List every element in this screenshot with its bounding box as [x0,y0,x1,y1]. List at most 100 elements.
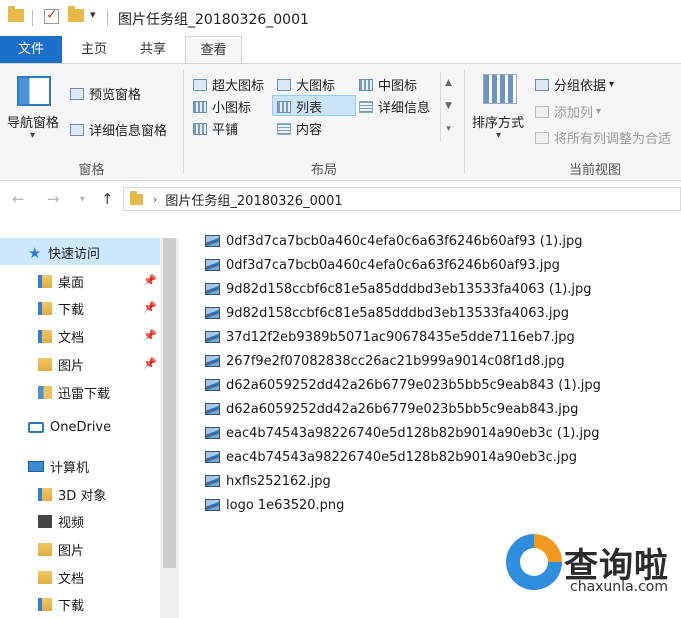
list-item[interactable]: eac4b74543a98226740e5d128b82b9014a90eb3c… [205,423,600,443]
navigation-pane-button[interactable]: 导航窗格 [7,112,59,131]
videos-folder-icon [38,515,52,528]
navigation-pane-icon[interactable] [17,76,51,106]
nav-item-pc-pictures[interactable]: 图片 [38,540,84,559]
nav-item-pc-downloads[interactable]: 下载 [38,595,84,614]
pin-icon[interactable]: 📌 [143,274,157,287]
recent-locations-chevron-icon[interactable]: ▾ [80,194,85,205]
large-icons-icon [277,78,291,91]
nav-item-label: 计算机 [50,461,90,476]
sort-by-label: 排序方式 [472,116,525,131]
pane-group-label: 窗格 [78,163,105,178]
nav-item-xunlei-downloads[interactable]: 迅雷下载 [38,383,110,402]
back-arrow-icon[interactable]: ← [12,190,25,208]
tab-share[interactable]: 共享 [126,36,180,63]
watermark: 查询啦 chaxunla.com [506,534,678,614]
file-name: eac4b74543a98226740e5d128b82b9014a90eb3c… [226,449,578,465]
tiles-icon [193,122,207,135]
preview-pane-button[interactable]: 预览窗格 [70,84,141,103]
chevron-down-icon[interactable]: ▾ [30,130,35,141]
address-path[interactable]: 图片任务组_20180326_0001 [165,190,342,209]
tab-view[interactable]: 查看 [185,36,242,64]
chevron-down-icon[interactable]: ▾ [496,130,501,141]
preview-pane-label: 预览窗格 [89,88,142,103]
list-item[interactable]: 267f9e2f07082838cc26ac21b999a9014c08f1d8… [205,351,565,371]
pictures-folder-icon [38,543,52,556]
view-content[interactable]: 内容 [277,119,322,138]
scroll-down-icon[interactable]: ▼ [441,95,456,118]
group-by-button[interactable]: 分组依据 ▾ [535,75,614,94]
view-extra-large-icons[interactable]: 超大图标 [193,75,264,94]
nav-item-label: 3D 对象 [58,489,107,504]
list-item[interactable]: 37d12f2eb9389b5071ac90678435e5dde7116eb7… [205,327,575,347]
view-list[interactable]: 列表 [277,97,322,116]
list-item[interactable]: d62a6059252dd42a26b6779e023b5bb5c9eab843… [205,375,601,395]
view-medium-icons[interactable]: 中图标 [359,75,417,94]
sort-by-icon[interactable] [483,74,517,104]
nav-pane-scrollbar-thumb[interactable] [163,238,176,568]
fit-columns-button[interactable]: 将所有列调整为合适 [535,128,671,147]
nav-item-pictures[interactable]: 图片 [38,355,84,374]
new-folder-icon[interactable] [68,6,84,22]
list-item[interactable]: hxfls252162.jpg [205,471,331,491]
properties-check-icon[interactable] [44,7,59,24]
medium-icons-label: 中图标 [378,79,418,94]
nav-item-3d-objects[interactable]: 3D 对象 [38,485,106,504]
layout-gallery-scroller[interactable]: ▲ ▼ ▾ [440,72,456,142]
navigation-pane-label: 导航窗格 [7,116,60,131]
nav-this-pc[interactable]: 计算机 [28,457,89,476]
nav-item-label: 视频 [58,516,85,531]
chevron-right-icon[interactable]: › [153,193,157,206]
nav-item-videos[interactable]: 视频 [38,512,84,531]
small-icons-label: 小图标 [212,101,252,116]
list-item[interactable]: 9d82d158ccbf6c81e5a85dddbd3eb13533fa4063… [205,279,592,299]
documents-folder-icon [38,571,52,584]
nav-item-label: 图片 [58,544,85,559]
forward-arrow-icon[interactable]: → [47,190,60,208]
details-pane-button[interactable]: 详细信息窗格 [70,120,167,139]
details-label: 详细信息 [378,101,431,116]
image-file-icon [205,403,220,415]
file-name: 9d82d158ccbf6c81e5a85dddbd3eb13533fa4063… [226,281,592,297]
list-item[interactable]: d62a6059252dd42a26b6779e023b5bb5c9eab843… [205,399,578,419]
xunlei-folder-icon [38,386,52,399]
view-details[interactable]: 详细信息 [359,97,430,116]
customize-quick-access-icon[interactable]: ▾ [90,8,96,21]
list-item[interactable]: 0df3d7ca7bcb0a460c4efa0c6a63f6246b60af93… [205,255,560,275]
list-item[interactable]: logo 1e63520.png [205,495,344,515]
address-bar[interactable]: › 图片任务组_20180326_0001 [123,187,681,211]
fit-columns-icon [535,131,549,144]
nav-item-label: 快速访问 [48,247,101,262]
nav-item-label: OneDrive [50,420,112,435]
expand-gallery-icon[interactable]: ▾ [441,118,456,141]
large-icons-label: 大图标 [296,79,336,94]
list-item[interactable]: 0df3d7ca7bcb0a460c4efa0c6a63f6246b60af93… [205,231,582,251]
3d-objects-folder-icon [38,488,52,501]
scroll-up-icon[interactable]: ▲ [441,72,456,95]
downloads-folder-icon [38,302,52,315]
list-item[interactable]: 9d82d158ccbf6c81e5a85dddbd3eb13533fa4063… [205,303,569,323]
list-item[interactable]: eac4b74543a98226740e5d128b82b9014a90eb3c… [205,447,577,467]
file-name: hxfls252162.jpg [226,473,331,489]
view-large-icons[interactable]: 大图标 [277,75,335,94]
pin-icon[interactable]: 📌 [143,357,157,370]
pin-icon[interactable]: 📌 [143,301,157,314]
view-tiles[interactable]: 平铺 [193,119,238,138]
medium-icons-icon [359,78,373,91]
nav-item-downloads[interactable]: 下载 [38,299,84,318]
nav-item-label: 桌面 [58,276,85,291]
pin-icon[interactable]: 📌 [143,329,157,342]
nav-onedrive[interactable]: OneDrive [28,420,111,435]
nav-quick-access[interactable]: ★ 快速访问 [28,243,101,263]
add-column-button[interactable]: 添加列 ▾ [535,102,601,121]
tab-home[interactable]: 主页 [68,36,120,63]
tab-file[interactable]: 文件 [0,36,62,63]
desktop-folder-icon [38,275,52,288]
image-file-icon [205,355,220,367]
nav-item-desktop[interactable]: 桌面 [38,272,84,291]
view-small-icons[interactable]: 小图标 [193,97,251,116]
nav-item-documents[interactable]: 文档 [38,327,84,346]
chevron-down-icon: ▾ [596,106,602,117]
nav-item-pc-documents[interactable]: 文档 [38,568,84,587]
sort-by-button[interactable]: 排序方式 [472,112,524,131]
up-arrow-icon[interactable]: ↑ [101,190,114,208]
